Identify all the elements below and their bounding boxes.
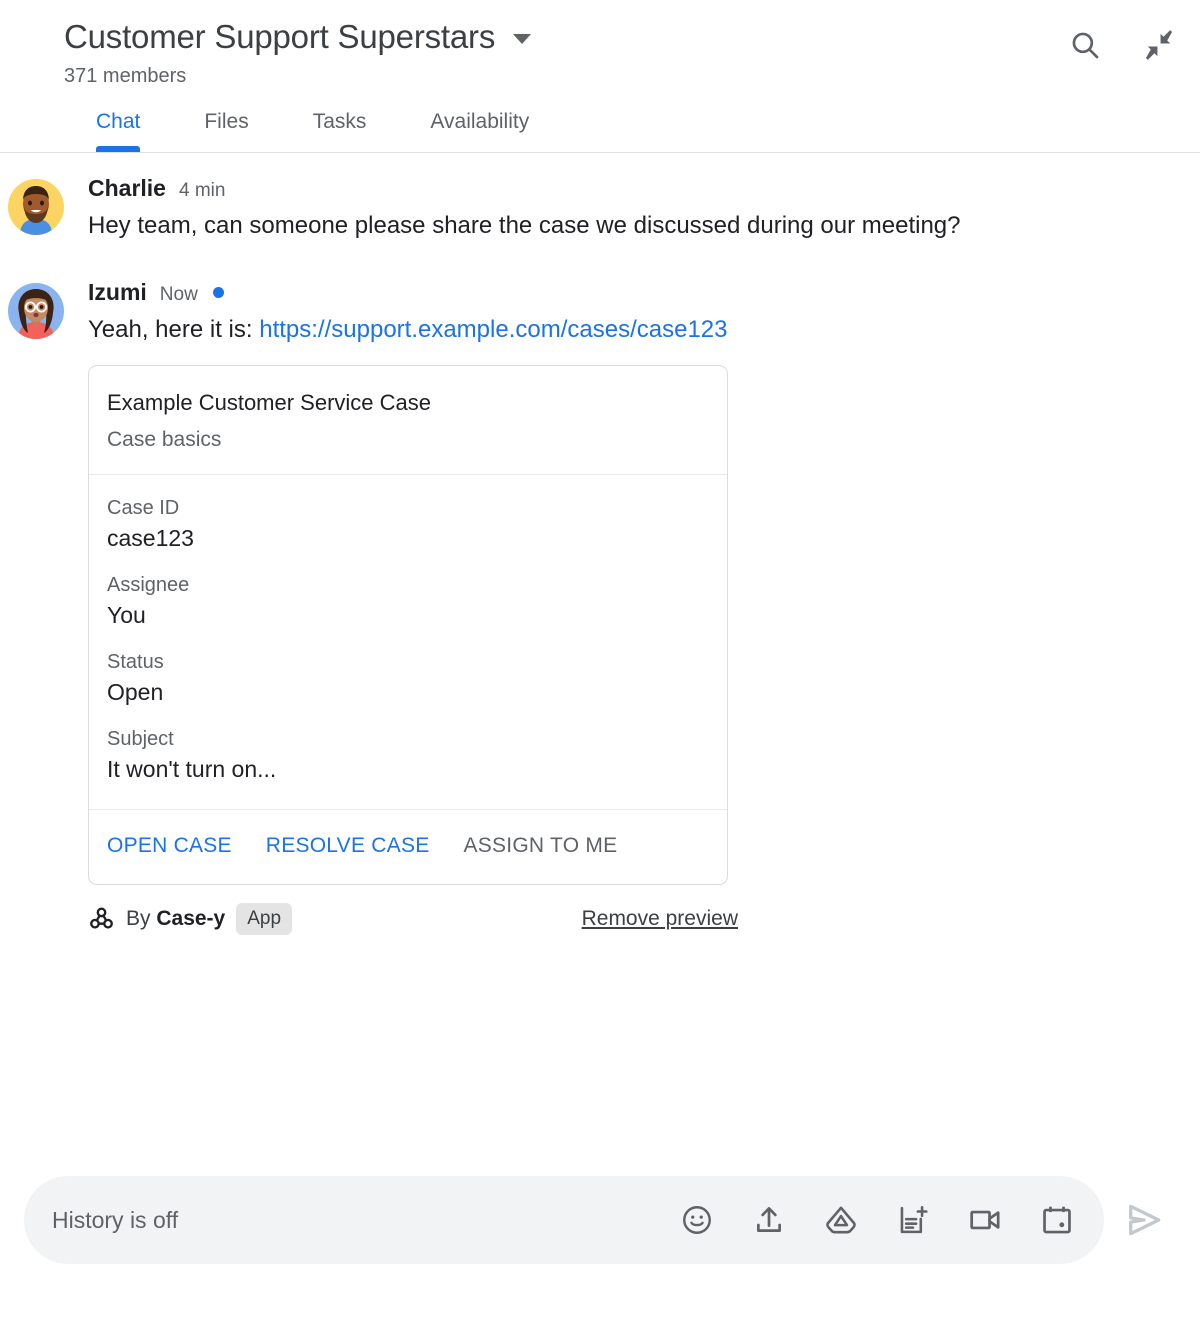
- compose-bar: History is off: [0, 1176, 1200, 1264]
- field-subject: Subject It won't turn on...: [107, 728, 709, 783]
- google-drive-icon[interactable]: [824, 1203, 858, 1237]
- chat-space-panel: Customer Support Superstars 371 members …: [0, 0, 1200, 1336]
- field-assignee: Assignee You: [107, 574, 709, 629]
- tab-files[interactable]: Files: [172, 110, 280, 152]
- message-timestamp: 4 min: [178, 179, 226, 201]
- space-header: Customer Support Superstars 371 members: [0, 0, 1200, 88]
- field-label: Subject: [107, 727, 174, 750]
- upload-icon[interactable]: [752, 1203, 786, 1237]
- add-document-icon[interactable]: [896, 1203, 930, 1237]
- compose-input-container[interactable]: History is off: [24, 1176, 1104, 1264]
- case-link[interactable]: https://support.example.com/cases/case12…: [259, 316, 727, 343]
- message-timestamp: Now: [159, 284, 198, 306]
- field-value: It won't turn on...: [107, 755, 277, 782]
- message-text: Yeah, here it is: https://support.exampl…: [88, 312, 993, 348]
- message-header: Charlie 4 min: [88, 175, 1176, 202]
- field-label: Case ID: [107, 496, 180, 519]
- card-title: Example Customer Service Case: [107, 389, 432, 415]
- attribution-left: By Case-y App: [88, 902, 293, 935]
- chevron-down-icon[interactable]: [513, 34, 532, 45]
- message-izumi: Izumi Now Yeah, here it is: https://supp…: [8, 279, 1176, 935]
- message-text-prefix: Yeah, here it is:: [88, 316, 260, 344]
- field-label: Status: [107, 650, 164, 673]
- webhook-icon: [88, 905, 115, 932]
- avatar-charlie[interactable]: [8, 178, 64, 235]
- field-value: Open: [107, 678, 164, 705]
- header-actions: [1068, 28, 1176, 62]
- message-header: Izumi Now: [88, 279, 1176, 306]
- resolve-case-button[interactable]: RESOLVE CASE: [266, 834, 430, 858]
- card-header: Example Customer Service Case Case basic…: [89, 366, 727, 475]
- sender-name: Charlie: [88, 174, 166, 201]
- sender-name: Izumi: [88, 279, 147, 306]
- field-value: case123: [107, 524, 194, 551]
- page-title: Customer Support Superstars: [64, 18, 496, 55]
- app-badge: App: [236, 902, 293, 935]
- message-list: Charlie 4 min Hey team, can someone plea…: [0, 153, 1200, 935]
- open-case-button[interactable]: OPEN CASE: [107, 834, 232, 858]
- unread-dot-icon: [212, 287, 224, 299]
- tab-availability[interactable]: Availability: [398, 110, 561, 152]
- field-case-id: Case ID case123: [107, 497, 709, 552]
- send-button[interactable]: [1112, 1188, 1176, 1252]
- assign-to-me-button[interactable]: ASSIGN TO ME: [463, 834, 617, 858]
- member-count: 371 members: [64, 64, 187, 87]
- case-preview-card: Example Customer Service Case Case basic…: [88, 364, 728, 885]
- tab-chat[interactable]: Chat: [64, 110, 172, 152]
- video-camera-icon[interactable]: [968, 1203, 1002, 1237]
- attribution-text: By Case-y: [126, 907, 225, 931]
- message-text: Hey team, can someone please share the c…: [88, 211, 961, 239]
- tab-bar: Chat Files Tasks Availability: [0, 110, 1200, 152]
- tab-tasks[interactable]: Tasks: [281, 110, 399, 152]
- search-icon[interactable]: [1068, 28, 1102, 62]
- collapse-icon[interactable]: [1142, 28, 1176, 62]
- remove-preview-link[interactable]: Remove preview: [582, 907, 738, 931]
- avatar-izumi[interactable]: [8, 283, 64, 340]
- attribution-prefix: By: [126, 906, 157, 930]
- emoji-icon[interactable]: [680, 1203, 714, 1237]
- field-label: Assignee: [107, 573, 190, 596]
- card-attribution: By Case-y App Remove preview: [88, 902, 738, 935]
- attribution-app-name: Case-y: [156, 906, 226, 930]
- card-field-list: Case ID case123 Assignee You Status Open…: [89, 475, 727, 810]
- card-action-bar: OPEN CASE RESOLVE CASE ASSIGN TO ME: [89, 810, 727, 884]
- space-title-row[interactable]: Customer Support Superstars: [64, 18, 1176, 56]
- message-input[interactable]: History is off: [52, 1207, 680, 1234]
- compose-icon-row: [680, 1203, 1082, 1237]
- calendar-icon[interactable]: [1040, 1203, 1074, 1237]
- card-subtitle: Case basics: [107, 427, 222, 451]
- message-charlie: Charlie 4 min Hey team, can someone plea…: [8, 175, 1176, 244]
- field-value: You: [107, 601, 146, 628]
- field-status: Status Open: [107, 651, 709, 706]
